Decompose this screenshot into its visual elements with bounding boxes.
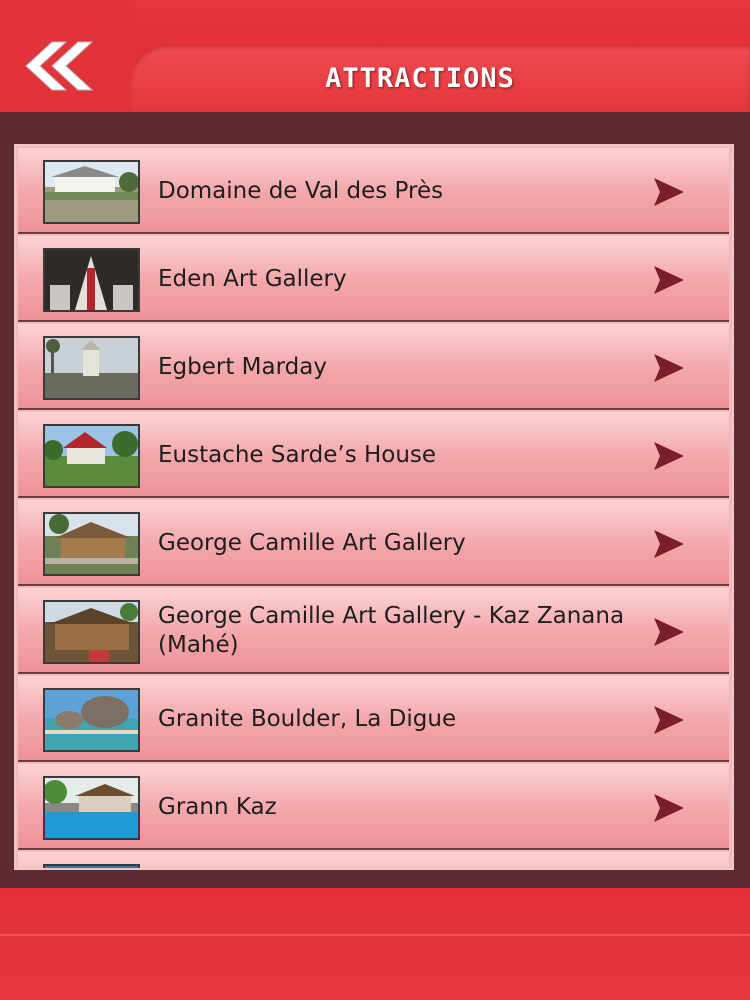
- list-item-label: Eden Art Gallery: [158, 265, 347, 292]
- chevron-right-icon: [654, 618, 684, 646]
- list-item-label: Grann Kaz: [158, 793, 277, 820]
- attractions-list[interactable]: Domaine de Val des Près Eden Art Gallery: [14, 144, 734, 870]
- chevron-right-icon: [654, 794, 684, 822]
- list-item[interactable]: Granite Boulder, La Digue: [18, 676, 729, 762]
- chevron-right-icon: [654, 354, 684, 382]
- list-item[interactable]: George Camille Art Gallery: [18, 500, 729, 586]
- divider: [0, 934, 750, 936]
- list-item-label: Eustache Sarde’s House: [158, 441, 437, 468]
- chevron-right-icon: [654, 266, 684, 294]
- list-item-label: Egbert Marday: [158, 353, 327, 380]
- partial-thumbnail: [43, 864, 140, 868]
- list-item[interactable]: Domaine de Val des Près: [18, 148, 729, 234]
- back-button[interactable]: [22, 38, 100, 94]
- list-item-label: Granite Boulder, La Digue: [158, 705, 457, 732]
- red-roof-house-thumbnail: [43, 424, 140, 488]
- chevron-right-icon: [654, 442, 684, 470]
- list-item-label: Domaine de Val des Près: [158, 177, 444, 204]
- list-item[interactable]: Eden Art Gallery: [18, 236, 729, 322]
- double-chevron-left-icon: [25, 41, 94, 91]
- list-item[interactable]: Egbert Marday: [18, 324, 729, 410]
- beach-boulder-thumbnail: [43, 688, 140, 752]
- colonial-house-thumbnail: [43, 160, 140, 224]
- church-thumbnail: [43, 336, 140, 400]
- list-item-partial[interactable]: [18, 852, 729, 868]
- bottom-bar: [0, 888, 750, 1000]
- chevron-right-icon: [654, 530, 684, 558]
- wooden-house-thumbnail: [43, 512, 140, 576]
- list-item-label: George Camille Art Gallery - Kaz Zanana …: [158, 603, 625, 658]
- gallery-interior-thumbnail: [43, 248, 140, 312]
- chevron-right-icon: [654, 706, 684, 734]
- chevron-right-icon: [654, 178, 684, 206]
- list-item[interactable]: George Camille Art Gallery - Kaz Zanana …: [18, 588, 729, 674]
- gallery-cottage-thumbnail: [43, 600, 140, 664]
- pool-villa-thumbnail: [43, 776, 140, 840]
- list-item-label: George Camille Art Gallery: [158, 529, 466, 556]
- list-item[interactable]: Grann Kaz: [18, 764, 729, 850]
- page-title: ATTRACTIONS: [325, 63, 515, 94]
- list-item[interactable]: Eustache Sarde’s House: [18, 412, 729, 498]
